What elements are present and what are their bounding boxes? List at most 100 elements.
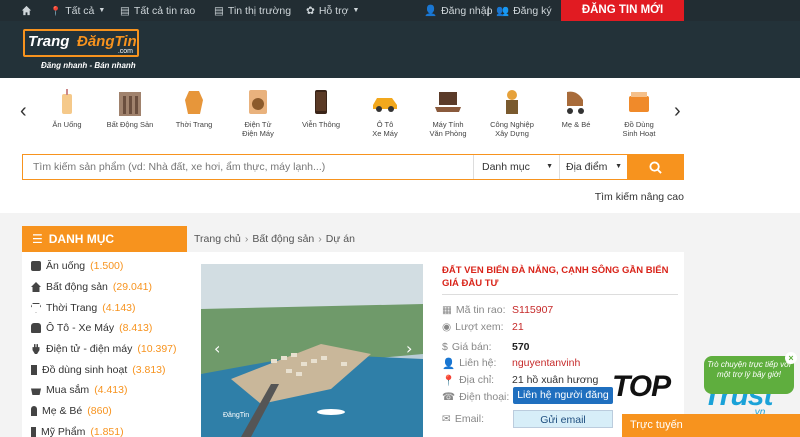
login-link[interactable]: 👤 Đăng nhập (424, 0, 492, 21)
all-news-link[interactable]: ▤ Tất cả tin rao (120, 0, 195, 21)
sidebar-item-mother-baby[interactable]: Mẹ & Bé (860) (31, 401, 187, 422)
sidebar-item-shopping[interactable]: Mua sắm (4.413) (31, 380, 187, 401)
search-section: Tìm kiếm sản phẩm (vd: Nhà đất, xe hơi, … (0, 154, 800, 213)
home-icon (21, 5, 32, 16)
category-carousel: ‹ › Ăn Uống Bất Động Sản Thời Trang Điện… (0, 78, 800, 154)
cutlery-icon (31, 261, 41, 272)
construction-icon (506, 90, 518, 114)
site-logo[interactable]: Trang ĐăngTin .com (23, 29, 139, 57)
map-marker-icon: 📍 (442, 374, 456, 387)
category-construction[interactable]: Công Nghiệp Xây Dựng (483, 88, 541, 138)
listing-phone-row: ☎ Điện thoại: (442, 391, 510, 403)
svg-text:‹: ‹ (214, 339, 220, 358)
breadcrumb-project[interactable]: Dự án (326, 233, 355, 245)
post-new-button[interactable]: ĐĂNG TIN MỚI (561, 0, 684, 21)
user-icon: 👤 (424, 4, 438, 17)
category-computers[interactable]: Máy Tính Văn Phòng (419, 88, 477, 138)
category-food[interactable]: Ăn Uống (38, 88, 96, 129)
home-icon (31, 282, 41, 293)
next-arrow-icon[interactable]: › (674, 100, 681, 123)
support-menu[interactable]: ✿ Hỗ trợ ▼ (306, 0, 359, 21)
nav-divider: | (487, 4, 490, 17)
contact-poster-button[interactable]: Liên hệ người đăng (513, 387, 613, 404)
breadcrumb-home[interactable]: Trang chủ (194, 233, 241, 245)
listing-photo[interactable]: ‹ › ĐăngTin (201, 264, 423, 437)
sidebar-item-electronics[interactable]: Điện tử - điện máy (10.397) (31, 339, 187, 360)
drink-icon (62, 89, 72, 114)
support-icon: ✿ (306, 4, 315, 17)
user-icon: 👤 (442, 357, 456, 370)
prev-arrow-icon[interactable]: ‹ (20, 100, 27, 123)
newspaper-icon: ▤ (214, 4, 224, 17)
search-bar: Tìm kiếm sản phẩm (vd: Nhà đất, xe hơi, … (22, 154, 684, 180)
chat-bubble[interactable]: Trò chuyện trực tiếp với một trợ lý bây … (704, 356, 794, 394)
caret-down-icon: ▼ (546, 163, 553, 170)
toptrust-watermark-top: TOP (612, 370, 671, 403)
barcode-icon: ▦ (442, 304, 452, 316)
listing-title[interactable]: ĐẤT VEN BIỂN ĐÀ NẴNG, CẠNH SÔNG GẦN BIỂN… (442, 264, 678, 290)
category-telecom[interactable]: Viễn Thông (292, 88, 350, 129)
phone-icon: ☎ (442, 391, 456, 403)
caret-down-icon: ▼ (615, 163, 622, 170)
listing-email-row: ✉ Email: (442, 413, 484, 425)
dollar-icon: $ (442, 341, 448, 353)
category-select[interactable]: Danh mục ▼ (474, 155, 560, 179)
category-fashion[interactable]: Thời Trang (165, 88, 223, 129)
site-header: Trang ĐăngTin .com Đăng nhanh - Bán nhan… (0, 21, 800, 78)
main-content: Trang chủ › Bất động sản › Dự án ‹ › ĐăngTin… (187, 226, 684, 437)
category-sidebar: ☰ DANH MỤC Ăn uống (1.500) Bất động sản (2… (22, 226, 187, 437)
home-link[interactable] (21, 0, 32, 21)
plug-icon (32, 344, 40, 355)
sidebar-item-household[interactable]: Đồ dùng sinh hoạt (3.813) (31, 359, 187, 380)
stroller-icon (567, 91, 584, 114)
sidebar-list: Ăn uống (1.500) Bất động sản (29.041) Thời… (22, 252, 187, 437)
envelope-icon: ✉ (442, 413, 451, 425)
sidebar-item-fashion[interactable]: Thời Trang (4.143) (31, 297, 187, 318)
category-vehicles[interactable]: Ô Tô Xe Máy (356, 88, 414, 138)
breadcrumb-real-estate[interactable]: Bất động sản (252, 233, 314, 245)
close-icon[interactable]: × (785, 352, 797, 364)
search-button[interactable] (627, 155, 683, 179)
list-icon: ▤ (120, 4, 130, 17)
market-news-link[interactable]: ▤ Tin thị trường (214, 0, 291, 21)
phone-icon (315, 90, 327, 114)
category-household[interactable]: Đồ Dùng Sinh Hoạt (610, 88, 668, 138)
sidebar-item-real-estate[interactable]: Bất động sản (29.041) (31, 277, 187, 298)
location-select[interactable]: Địa điểm ▼ (560, 155, 628, 179)
menu-icon: ☰ (32, 232, 43, 246)
breadcrumb-separator: › (244, 233, 249, 245)
breadcrumb-separator: › (318, 233, 322, 245)
listing-code-row: ▦ Mã tin rao: S115907 (442, 304, 554, 316)
sidebar-header: ☰ DANH MỤC (22, 226, 187, 252)
listing-price-row: $ Giá bán: 570 (442, 341, 530, 353)
category-mother-baby[interactable]: Mẹ & Bé (547, 88, 605, 129)
category-real-estate[interactable]: Bất Động Sản (101, 88, 159, 129)
laptop-icon (435, 92, 461, 112)
child-icon (31, 406, 37, 417)
listing-views-row: ◉ Lượt xem: 21 (442, 321, 524, 333)
breadcrumb: Trang chủ › Bất động sản › Dự án (187, 226, 684, 252)
search-icon (648, 160, 662, 174)
chat-online-bar[interactable]: Trực tuyến (622, 414, 800, 437)
sidebar-item-food[interactable]: Ăn uống (1.500) (31, 256, 187, 277)
title-divider (442, 294, 678, 295)
box-icon (629, 92, 649, 112)
all-menu[interactable]: 📍 Tất cả ▼ (50, 0, 105, 21)
sidebar-item-cosmetics[interactable]: Mỹ Phẩm (1.851) (31, 422, 187, 437)
washer-icon (249, 90, 267, 114)
listing-address-row: 📍 Địa chỉ: 21 hồ xuân hương (442, 374, 599, 387)
send-email-button[interactable]: Gửi email (513, 410, 613, 428)
category-electronics[interactable]: Điện Tử Điện Máy (229, 88, 287, 138)
svg-text:›: › (406, 339, 412, 358)
fashion-icon (185, 91, 203, 114)
chevron-down-icon: ▼ (352, 6, 360, 14)
listing-contact-row: 👤 Liên hệ: nguyentanvinh (442, 357, 581, 370)
diamond-icon (31, 302, 41, 313)
register-link[interactable]: 👥 Đăng ký (496, 0, 552, 21)
sidebar-item-vehicles[interactable]: Ô Tô - Xe Máy (8.413) (31, 318, 187, 339)
basket-icon (31, 388, 41, 396)
building-icon (119, 92, 141, 116)
car-icon (373, 98, 397, 112)
advanced-search-link[interactable]: Tìm kiếm nâng cao (595, 191, 684, 203)
search-input[interactable]: Tìm kiếm sản phẩm (vd: Nhà đất, xe hơi, … (23, 155, 474, 179)
